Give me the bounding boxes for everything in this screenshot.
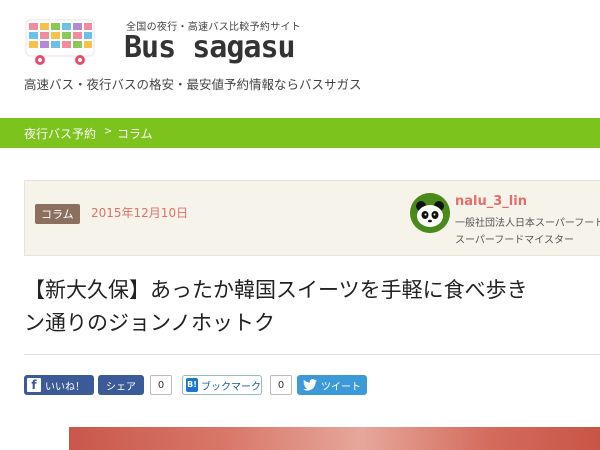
category-badge[interactable]: コラム bbox=[35, 204, 80, 224]
site-description: 高速バス・夜行バスの格安・最安値予約情報ならバスサガス bbox=[24, 77, 362, 92]
hatena-bookmark-button[interactable]: B! ブックマーク bbox=[182, 375, 262, 395]
facebook-like-button[interactable]: f いいね！ bbox=[24, 375, 94, 395]
facebook-like-label: いいね！ bbox=[45, 381, 85, 393]
article-title-line-1: 【新大久保】あったか韓国スイーツを手軽に食べ歩き bbox=[24, 278, 528, 302]
author-role-secondary: スーパーフードマイスター bbox=[455, 235, 574, 246]
facebook-share-button[interactable]: シェア bbox=[98, 375, 144, 395]
facebook-icon: f bbox=[27, 378, 41, 392]
article-hero-image bbox=[69, 427, 600, 450]
breadcrumb-item-night-bus[interactable]: 夜行バス予約 bbox=[24, 125, 96, 142]
site-header: 全国の夜行・高速バス比較予約サイト Bus sagasu 高速バス・夜行バスの格… bbox=[0, 0, 600, 118]
site-name: Bus sagasu bbox=[124, 30, 296, 65]
hatena-bookmark-label: ブックマーク bbox=[201, 381, 261, 393]
hatena-bookmark-icon: B! bbox=[186, 378, 198, 392]
author-role: 一般社団法人日本スーパーフード bbox=[455, 218, 600, 229]
hatena-bookmark-count: 0 bbox=[270, 375, 292, 395]
site-logo[interactable]: 全国の夜行・高速バス比較予約サイト Bus sagasu bbox=[24, 14, 301, 74]
facebook-share-count: 0 bbox=[150, 375, 172, 395]
author-avatar[interactable] bbox=[410, 193, 450, 233]
tweet-button[interactable]: ツイート bbox=[297, 375, 367, 395]
bus-logo-icon bbox=[25, 19, 95, 65]
article-title-line-2: ン通りのジョンノホットク bbox=[24, 311, 275, 335]
article-title: 【新大久保】あったか韓国スイーツを手軽に食べ歩き ン通りのジョンノホットク bbox=[24, 274, 600, 340]
breadcrumb-separator: > bbox=[104, 126, 113, 137]
author-name[interactable]: nalu_3_lin bbox=[455, 194, 527, 209]
article-date: 2015年12月10日 bbox=[91, 206, 189, 220]
breadcrumb: 夜行バス予約 > コラム bbox=[0, 118, 600, 148]
facebook-share-label: シェア bbox=[106, 381, 136, 393]
breadcrumb-item-column[interactable]: コラム bbox=[117, 125, 153, 142]
title-divider bbox=[24, 354, 600, 355]
article-meta: コラム 2015年12月10日 nalu_3_lin 一般社団法人日本スーパーフ… bbox=[24, 180, 600, 256]
twitter-bird-icon bbox=[303, 379, 317, 391]
tweet-label: ツイート bbox=[321, 381, 361, 393]
panda-avatar-icon bbox=[410, 193, 450, 233]
